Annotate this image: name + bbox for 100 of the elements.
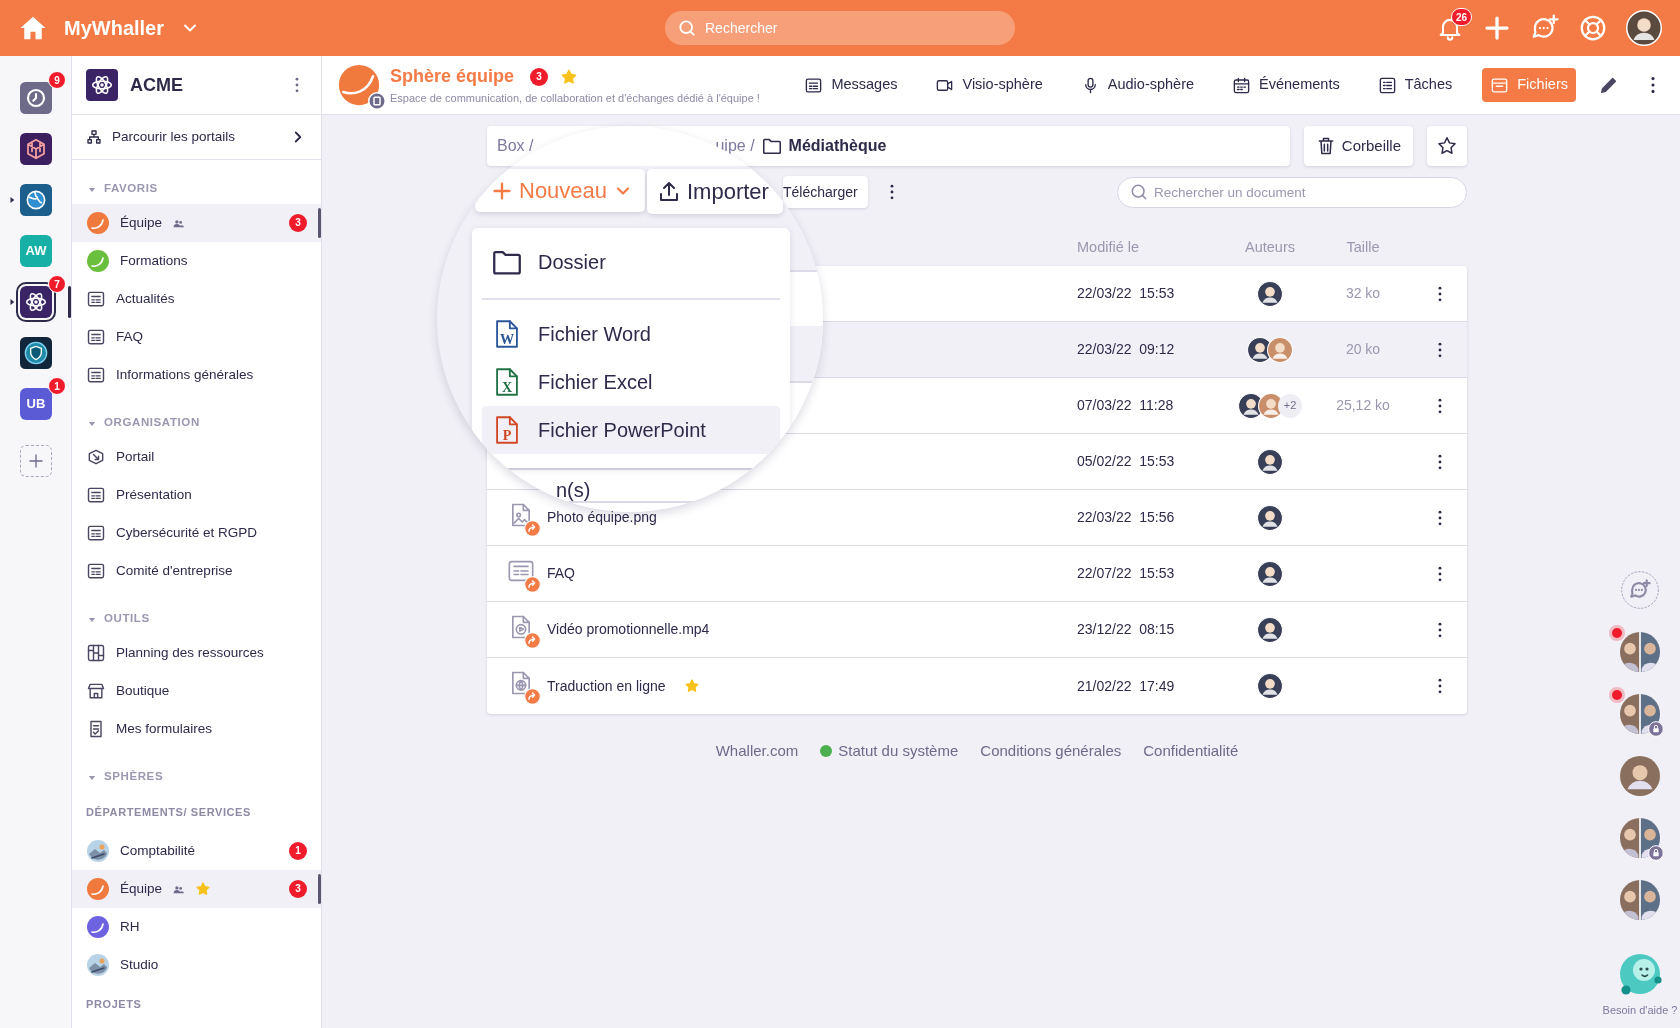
column-header: Modifié le	[1077, 239, 1140, 256]
modified-date: 05/02/22 15:53	[1077, 453, 1175, 469]
file-name: FAQ	[547, 564, 575, 583]
count-badge: 9	[48, 70, 66, 89]
portal-tile[interactable]: UB	[20, 387, 52, 420]
globe-icon[interactable]	[20, 183, 52, 216]
files-icon	[1490, 75, 1510, 95]
portal-icon	[86, 447, 106, 467]
cube-icon[interactable]	[20, 132, 52, 165]
sidebar-item[interactable]: Formations	[72, 242, 321, 280]
group-avatar[interactable]	[1620, 632, 1660, 672]
events-icon	[1232, 75, 1252, 95]
help-label[interactable]: Besoin d'aide ?	[1602, 1002, 1678, 1019]
browse-portals-link[interactable]: Parcourir les portails	[72, 115, 321, 160]
page-icon	[86, 289, 106, 309]
sitemap-icon	[86, 129, 102, 145]
table-row[interactable]: FAQ 22/07/22 15:53	[487, 546, 1467, 602]
tab[interactable]: Audio-sphère	[1072, 68, 1203, 102]
sphere-logo	[338, 64, 380, 106]
caret-down-icon	[88, 615, 96, 623]
modified-date: 22/03/22 09:12	[1077, 341, 1175, 357]
help-icon[interactable]	[1578, 13, 1608, 43]
avatar	[1257, 504, 1283, 531]
sidebar-item[interactable]: Planning des ressources	[72, 634, 321, 672]
trash-button[interactable]: Corbeille	[1303, 126, 1413, 166]
atom-icon	[86, 69, 118, 101]
section-title: OUTILS	[104, 611, 150, 627]
footer-link[interactable]: Conditions générales	[980, 740, 1122, 763]
sidebar-item[interactable]: FAQ	[72, 318, 321, 356]
sidebar-item[interactable]: Cybersécurité et RGPD	[72, 514, 321, 552]
sidebar-item[interactable]: Informations générales	[72, 356, 321, 394]
footer-link[interactable]: Statut du système	[838, 740, 959, 763]
file-name: Photo équipe.png	[547, 508, 657, 527]
avatar	[1257, 560, 1283, 587]
messages-icon	[804, 75, 824, 95]
section-title: SPHÈRES	[104, 769, 164, 785]
search-icon	[677, 18, 697, 38]
section-title: FAVORIS	[104, 181, 158, 197]
modified-date: 07/03/22 11:28	[1077, 397, 1174, 413]
table-row[interactable]: Vidéo promotionnelle.mp4 23/12/22 08:15	[487, 602, 1467, 658]
menu-item[interactable]: P Fichier PowerPoint	[482, 406, 780, 454]
tab[interactable]: Événements	[1224, 68, 1348, 102]
file-size: 32 ko	[1345, 285, 1381, 301]
avatar	[1257, 448, 1283, 475]
modified-date: 22/03/22 15:53	[1077, 285, 1175, 301]
download-button[interactable]: Télécharger	[783, 176, 868, 208]
footer-link[interactable]: Confidentialité	[1143, 740, 1239, 763]
add-button[interactable]	[20, 445, 52, 477]
new-chat-button[interactable]	[1620, 570, 1660, 610]
column-header: Auteurs	[1245, 239, 1295, 256]
sidebar-item[interactable]: Actualités	[72, 280, 321, 318]
sidebar-item[interactable]: Boutique	[72, 672, 321, 710]
search-icon	[1129, 182, 1149, 202]
avatar	[1257, 280, 1283, 307]
count-badge: 1	[48, 376, 66, 395]
group-avatar[interactable]	[1620, 880, 1660, 920]
page-icon	[86, 561, 106, 581]
count-badge: 3	[289, 214, 307, 232]
group-avatar[interactable]	[1620, 818, 1660, 858]
group-avatar[interactable]	[1620, 694, 1660, 734]
file-name: Traduction en ligne	[547, 676, 666, 696]
caret-down-icon	[88, 185, 96, 193]
tab[interactable]: Tâches	[1369, 68, 1461, 102]
tab[interactable]: Visio-sphère	[927, 68, 1051, 102]
clock-icon[interactable]	[20, 81, 52, 114]
sidebar-item[interactable]: Présentation	[72, 476, 321, 514]
document-search-field[interactable]: Rechercher un document	[1117, 176, 1467, 208]
sidebar-item[interactable]: Équipe 3	[72, 870, 321, 908]
avatar[interactable]	[1620, 756, 1660, 796]
column-header: Taille	[1346, 239, 1380, 256]
avatar	[1257, 673, 1283, 699]
sphere-description: Espace de communication, de collaboration et d'échanges dédié à l'équipe !	[390, 91, 760, 107]
modified-date: 22/03/22 15:56	[1077, 509, 1175, 525]
caret-down-icon	[88, 773, 96, 781]
sidebar-item[interactable]: RH	[72, 908, 321, 946]
sidebar-item[interactable]: Mes formulaires	[72, 710, 321, 748]
group-title: PROJETS	[86, 998, 142, 1010]
sidebar-item[interactable]: Studio	[72, 946, 321, 984]
user-avatar[interactable]	[1626, 10, 1662, 46]
import-button[interactable]: Importer	[647, 169, 783, 214]
footer-link[interactable]: Whaller.com	[715, 740, 799, 763]
sidebar-item[interactable]: Équipe 3	[72, 204, 321, 242]
count-badge: 3	[289, 880, 307, 898]
page-icon	[86, 523, 106, 543]
count-badge: 1	[289, 842, 307, 860]
section-title: ORGANISATION	[104, 415, 200, 431]
modified-date: 23/12/22 08:15	[1077, 621, 1175, 637]
tab[interactable]: Messages	[796, 68, 906, 102]
organization-name: ACME	[130, 73, 183, 97]
favorite-button[interactable]	[1427, 126, 1467, 166]
table-row[interactable]: Traduction en ligne 21/02/22 17:49	[487, 658, 1467, 714]
sidebar-item[interactable]: Comptabilité 1	[72, 832, 321, 870]
sidebar-item[interactable]: Portail	[72, 438, 321, 476]
count-badge: 26	[1450, 8, 1472, 26]
sphere-title: Sphère équipe	[390, 65, 515, 89]
shop-icon	[86, 681, 106, 701]
modified-date: 21/02/22 17:49	[1077, 677, 1175, 694]
shield-icon[interactable]	[20, 336, 52, 369]
caret-down-icon	[88, 419, 96, 427]
sidebar-item[interactable]: Comité d'entreprise	[72, 552, 321, 590]
